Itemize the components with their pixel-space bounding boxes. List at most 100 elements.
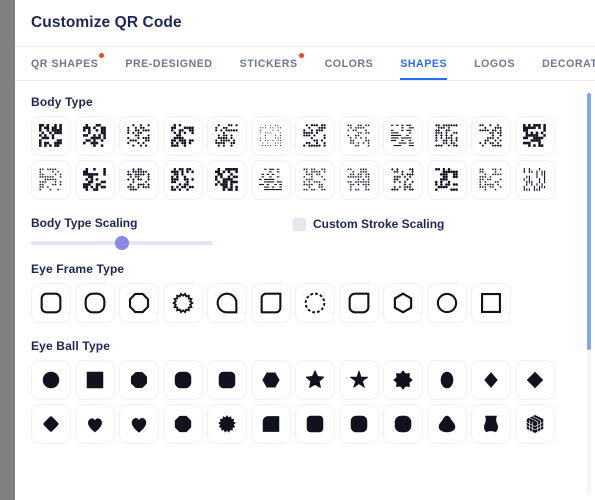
vertical-scrollbar-thumb[interactable] <box>587 93 591 351</box>
body-sparkle[interactable] <box>471 116 511 156</box>
body-plus[interactable] <box>119 160 159 200</box>
eye-ball-diamond-round[interactable] <box>31 404 71 444</box>
eye-frame-circle[interactable] <box>427 283 467 323</box>
eye-ball-star-5[interactable] <box>295 360 335 400</box>
panel-content: Body Type Body Type Scaling Custom Strok… <box>15 81 595 500</box>
eye-ball-flower[interactable] <box>207 404 247 444</box>
body-pot[interactable] <box>251 160 291 200</box>
ball-ellipse-icon <box>435 368 459 392</box>
eye-ball-star-7[interactable] <box>383 360 423 400</box>
eye-ball-heart[interactable] <box>75 404 115 444</box>
qr-pattern-12-icon <box>521 122 549 150</box>
eye-ball-blob[interactable] <box>427 404 467 444</box>
qr-pattern-14-icon <box>81 166 109 194</box>
ball-rounded-icon <box>171 368 195 392</box>
eye-ball-rounded-tl[interactable] <box>251 404 291 444</box>
ball-rounded-br-icon <box>347 412 371 436</box>
ball-square-icon <box>83 368 107 392</box>
eye-ball-shield[interactable] <box>471 404 511 444</box>
eye-frame-leaf-left[interactable] <box>207 283 247 323</box>
body-chunk[interactable] <box>427 160 467 200</box>
body-type-scaling-slider[interactable] <box>31 236 213 250</box>
eye-frame-rounded-square[interactable] <box>31 283 71 323</box>
qr-pattern-10-icon <box>433 122 461 150</box>
eye-frame-teardrop[interactable] <box>339 283 379 323</box>
slider-thumb[interactable] <box>115 236 129 250</box>
eye-frame-dashed-circle[interactable] <box>295 283 335 323</box>
body-dense[interactable] <box>75 160 115 200</box>
tab-shapes[interactable]: SHAPES <box>400 47 461 80</box>
ball-heart-2-icon <box>127 412 151 436</box>
tab-label: STICKERS <box>239 57 298 70</box>
tab-bar: QR SHAPES PRE-DESIGNED STICKERS COLORS SHAPE… <box>15 47 595 81</box>
eye-frame-gear[interactable] <box>163 283 203 323</box>
body-star[interactable] <box>339 116 379 156</box>
body-dot[interactable] <box>119 116 159 156</box>
body-swirl[interactable] <box>295 160 335 200</box>
eye-ball-square[interactable] <box>75 360 115 400</box>
frame-circle-icon <box>434 290 460 316</box>
eye-ball-circle[interactable] <box>31 360 71 400</box>
body-rounded[interactable] <box>163 116 203 156</box>
qr-pattern-21-icon <box>389 166 417 194</box>
eye-ball-octagon-2[interactable] <box>163 404 203 444</box>
qr-pattern-4-icon <box>169 122 197 150</box>
eye-ball-ellipse[interactable] <box>427 360 467 400</box>
ball-rounded-tr-icon <box>303 412 327 436</box>
eye-ball-octagon[interactable] <box>119 360 159 400</box>
tab-label: SHAPES <box>400 57 448 70</box>
tab-logos[interactable]: LOGOS <box>474 47 529 80</box>
eye-ball-diamond-wide[interactable] <box>515 360 555 400</box>
ball-star-5b-icon <box>347 368 371 392</box>
tab-qr-shapes[interactable]: QR SHAPES <box>31 47 112 80</box>
tab-colors[interactable]: COLORS <box>325 47 388 80</box>
body-line-horizontal[interactable] <box>383 116 423 156</box>
eye-ball-rounded[interactable] <box>163 360 203 400</box>
eye-frame-octagon[interactable] <box>119 283 159 323</box>
body-cross[interactable] <box>427 116 467 156</box>
body-scatter[interactable] <box>31 160 71 200</box>
body-square[interactable] <box>31 116 71 156</box>
body-leaf[interactable] <box>207 160 247 200</box>
body-bars[interactable] <box>515 160 555 200</box>
eye-ball-squircle[interactable] <box>207 360 247 400</box>
eye-frame-squircle[interactable] <box>75 283 115 323</box>
eye-ball-star-5b[interactable] <box>339 360 379 400</box>
vertical-scrollbar-track[interactable] <box>587 93 591 495</box>
app-window: Customize QR Code QR SHAPES PRE-DESIGNED S… <box>0 0 595 500</box>
body-circle[interactable] <box>207 116 247 156</box>
eye-ball-rounded-tr[interactable] <box>295 404 335 444</box>
body-wave[interactable] <box>339 160 379 200</box>
eye-ball-heart-2[interactable] <box>119 404 159 444</box>
body-block[interactable] <box>515 116 555 156</box>
body-type-grid <box>31 116 595 200</box>
body-pill[interactable] <box>163 160 203 200</box>
body-tiny-dot[interactable] <box>251 116 291 156</box>
qr-pattern-7-icon <box>301 122 329 150</box>
ball-heart-icon <box>83 412 107 436</box>
tab-stickers[interactable]: STICKERS <box>240 47 312 80</box>
eye-ball-cube[interactable] <box>515 404 555 444</box>
tab-active-underline <box>400 78 448 80</box>
tab-pre-designed[interactable]: PRE-DESIGNED <box>125 47 226 80</box>
eye-ball-rounded-br[interactable] <box>339 404 379 444</box>
eye-ball-type-grid <box>31 360 595 444</box>
qr-pattern-22-icon <box>433 166 461 194</box>
eye-frame-leaf-right[interactable] <box>251 283 291 323</box>
frame-gear-icon <box>170 290 196 316</box>
tab-label: PRE-DESIGNED <box>125 57 213 70</box>
body-diamond[interactable] <box>295 116 335 156</box>
ball-circle-icon <box>39 368 63 392</box>
eye-frame-square[interactable] <box>471 283 511 323</box>
body-mesh[interactable] <box>383 160 423 200</box>
eye-ball-rounded-bl[interactable] <box>383 404 423 444</box>
frame-squircle-icon <box>82 290 108 316</box>
eye-ball-hexagon[interactable] <box>251 360 291 400</box>
tab-decorate-you[interactable]: DECORATE YOU <box>542 47 595 80</box>
body-confetti[interactable] <box>471 160 511 200</box>
frame-square-icon <box>478 290 504 316</box>
eye-ball-diamond[interactable] <box>471 360 511 400</box>
custom-stroke-scaling-checkbox[interactable] <box>293 217 306 231</box>
body-mosaic[interactable] <box>75 116 115 156</box>
eye-frame-hexagon[interactable] <box>383 283 423 323</box>
